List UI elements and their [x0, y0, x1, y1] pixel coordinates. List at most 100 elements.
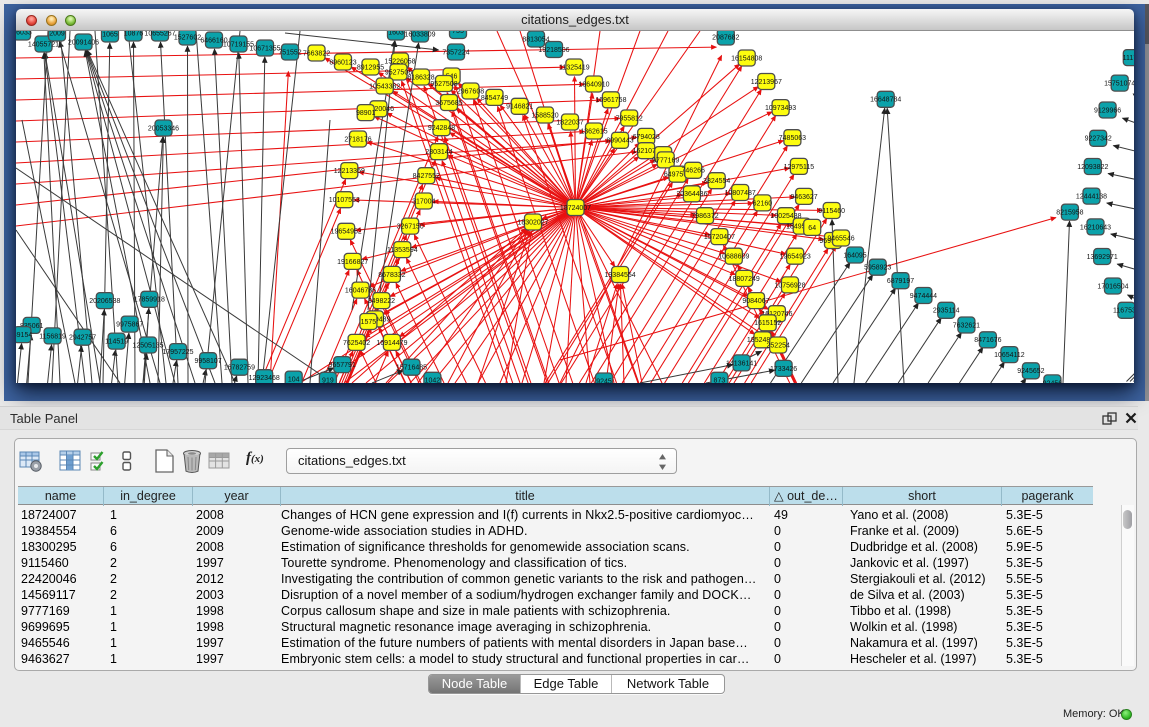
svg-text:10688609: 10688609	[718, 254, 749, 261]
svg-text:3675685: 3675685	[435, 100, 462, 107]
svg-text:252254: 252254	[767, 342, 790, 349]
svg-text:1575: 1575	[361, 319, 377, 326]
svg-text:7625402: 7625402	[343, 340, 370, 347]
svg-text:7663822: 7663822	[303, 50, 330, 57]
svg-text:10756928: 10756928	[774, 282, 805, 289]
svg-text:317004: 317004	[412, 198, 435, 205]
svg-text:18807249: 18807249	[729, 276, 760, 283]
svg-text:19654952: 19654952	[331, 229, 362, 236]
svg-text:12505135: 12505135	[132, 342, 163, 349]
svg-text:9242848: 9242848	[428, 125, 455, 132]
svg-text:14136141: 14136141	[726, 360, 757, 367]
svg-text:9115460: 9115460	[818, 208, 845, 215]
svg-text:164095: 164095	[843, 252, 866, 259]
svg-text:7955812: 7955812	[616, 115, 643, 122]
svg-text:16782759: 16782759	[224, 365, 255, 372]
svg-text:2935114: 2935114	[933, 308, 960, 315]
svg-text:1362615: 1362615	[580, 128, 607, 135]
svg-text:9463627: 9463627	[790, 194, 817, 201]
svg-text:18640910: 18640910	[578, 81, 609, 88]
svg-text:751552: 751552	[278, 49, 301, 56]
svg-text:2009: 2009	[49, 31, 65, 37]
svg-text:1156819: 1156819	[39, 333, 66, 340]
svg-text:12923468: 12923468	[249, 375, 280, 382]
svg-text:11172: 11172	[1123, 55, 1134, 62]
svg-text:8912955: 8912955	[357, 64, 384, 71]
svg-text:12213369: 12213369	[334, 168, 365, 175]
svg-text:7986372: 7986372	[691, 213, 718, 220]
svg-text:9975867: 9975867	[116, 322, 143, 329]
svg-text:10543382: 10543382	[369, 83, 400, 90]
svg-text:8454749: 8454749	[481, 95, 508, 102]
svg-text:16154808: 16154808	[731, 55, 762, 62]
svg-text:9465546: 9465546	[827, 235, 854, 242]
svg-text:7485063: 7485063	[779, 135, 806, 142]
svg-text:10671355: 10671355	[249, 45, 280, 52]
svg-text:15716485: 15716485	[396, 365, 427, 372]
svg-text:19384554: 19384554	[605, 272, 636, 279]
svg-text:10654112: 10654112	[994, 352, 1025, 359]
svg-text:3824554: 3824554	[703, 178, 730, 185]
svg-text:10973493: 10973493	[765, 105, 796, 112]
svg-text:1615152: 1615152	[754, 320, 781, 327]
svg-text:8960123: 8960123	[329, 59, 356, 66]
svg-text:9129966: 9129966	[1094, 107, 1121, 114]
svg-text:20053346: 20053346	[148, 125, 179, 132]
svg-text:14055721: 14055721	[28, 41, 59, 48]
svg-text:10876: 10876	[124, 31, 144, 37]
svg-text:16046786: 16046786	[345, 288, 376, 295]
svg-text:18724007: 18724007	[560, 205, 591, 212]
svg-text:15751074: 15751074	[1104, 81, 1134, 88]
svg-text:9084067: 9084067	[742, 298, 769, 305]
svg-text:16210643: 16210643	[1080, 224, 1111, 231]
svg-text:1527602: 1527602	[174, 34, 201, 41]
svg-text:19218506: 19218506	[538, 47, 569, 54]
svg-text:6794028: 6794028	[633, 134, 660, 141]
svg-text:10807487: 10807487	[725, 190, 756, 197]
svg-text:9958107: 9958107	[194, 358, 221, 365]
svg-text:1065: 1065	[102, 31, 118, 38]
svg-text:18302027: 18302027	[517, 219, 548, 226]
svg-text:9777169: 9777169	[652, 157, 679, 164]
svg-text:7632621: 7632621	[953, 322, 980, 329]
svg-text:17016504: 17016504	[1097, 283, 1128, 290]
svg-text:1822037: 1822037	[556, 119, 583, 126]
svg-text:873: 873	[714, 378, 726, 383]
svg-text:9474444: 9474444	[910, 293, 937, 300]
svg-text:62160: 62160	[753, 200, 773, 207]
svg-text:20206538: 20206538	[89, 298, 120, 305]
svg-text:17957225: 17957225	[162, 349, 193, 356]
svg-text:1042: 1042	[425, 378, 441, 383]
svg-text:11325419: 11325419	[559, 64, 590, 71]
svg-text:2803144: 2803144	[425, 149, 452, 156]
svg-text:104: 104	[288, 377, 300, 384]
svg-text:9227342: 9227342	[1085, 136, 1112, 143]
svg-text:64: 64	[808, 225, 816, 232]
svg-text:39154: 39154	[16, 332, 32, 339]
svg-text:2718176: 2718176	[344, 136, 371, 143]
svg-text:8678332: 8678332	[378, 272, 405, 279]
svg-text:16033: 16033	[16, 31, 32, 36]
svg-text:11353594: 11353594	[387, 247, 418, 254]
svg-text:9657791: 9657791	[329, 362, 356, 369]
svg-text:8215958: 8215958	[1056, 210, 1083, 217]
svg-text:12975115: 12975115	[784, 164, 815, 171]
svg-text:8813054: 8813054	[522, 36, 549, 43]
svg-text:16961758: 16961758	[595, 97, 626, 104]
svg-text:10107553: 10107553	[329, 197, 360, 204]
svg-text:114519: 114519	[105, 339, 128, 346]
svg-text:9245652: 9245652	[1017, 368, 1044, 375]
svg-text:9245: 9245	[596, 378, 612, 383]
svg-text:20364436: 20364436	[676, 191, 707, 198]
svg-text:1588520: 1588520	[531, 112, 558, 119]
svg-text:1603: 1603	[388, 31, 404, 36]
svg-text:3498222: 3498222	[368, 298, 395, 305]
svg-text:735: 735	[452, 31, 464, 35]
svg-text:7357224: 7357224	[442, 49, 469, 56]
svg-text:3267150: 3267150	[397, 224, 424, 231]
svg-text:12213967: 12213967	[751, 79, 782, 86]
svg-text:9527508: 9527508	[430, 81, 457, 88]
svg-text:919: 919	[322, 378, 334, 383]
svg-text:8990443: 8990443	[606, 138, 633, 145]
svg-text:2087682: 2087682	[712, 34, 739, 41]
